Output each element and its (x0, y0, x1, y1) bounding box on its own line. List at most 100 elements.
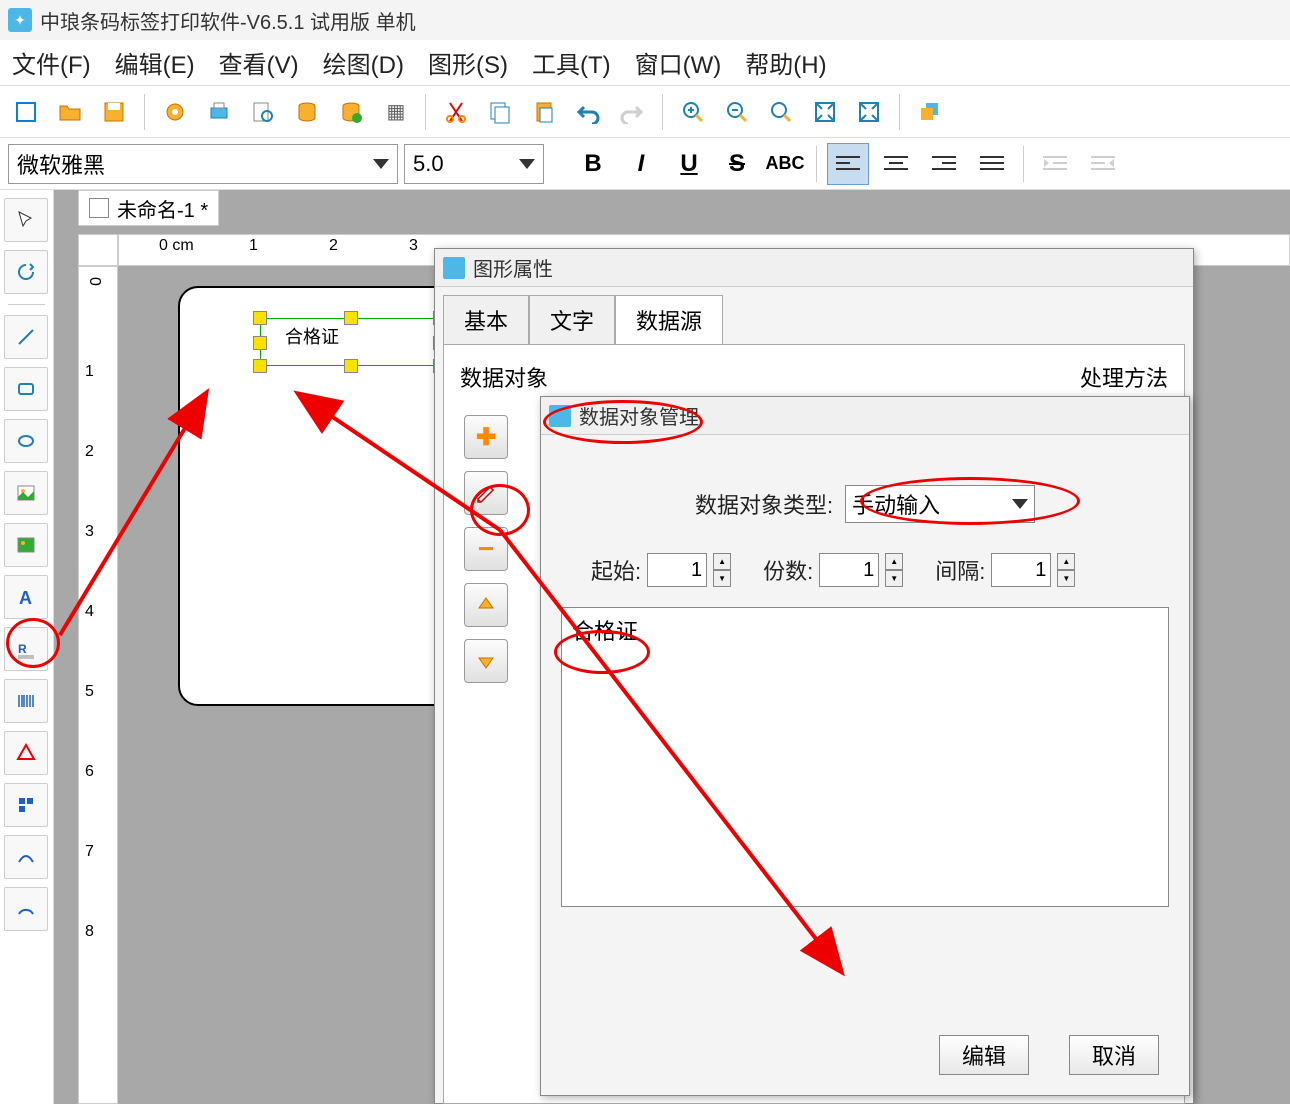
app-title: 中琅条码标签打印软件-V6.5.1 试用版 单机 (40, 6, 416, 35)
image-tool[interactable] (4, 471, 48, 515)
menu-tool[interactable]: 工具(T) (532, 45, 611, 80)
ruler-corner (78, 234, 118, 266)
resize-handle[interactable] (344, 359, 358, 373)
align-right-button[interactable] (923, 143, 965, 185)
content-textarea[interactable]: 合格证 (561, 607, 1169, 907)
qr-tool[interactable] (4, 783, 48, 827)
spin-down[interactable]: ▼ (885, 570, 903, 587)
resize-handle[interactable] (253, 336, 267, 350)
remove-object-button[interactable]: − (464, 527, 508, 571)
tab-basic[interactable]: 基本 (443, 295, 529, 345)
move-up-button[interactable] (464, 583, 508, 627)
menu-file[interactable]: 文件(F) (12, 45, 91, 80)
align-center-button[interactable] (875, 143, 917, 185)
spin-down[interactable]: ▼ (1057, 570, 1075, 587)
strike-button[interactable]: S (716, 143, 758, 185)
menu-shape[interactable]: 图形(S) (428, 45, 508, 80)
text-tool[interactable]: A (4, 575, 48, 619)
layers-button[interactable] (912, 94, 948, 130)
menu-edit[interactable]: 编辑(E) (115, 45, 195, 80)
cancel-button[interactable]: 取消 (1069, 1035, 1159, 1075)
database-button[interactable] (289, 94, 325, 130)
resize-handle[interactable] (253, 311, 267, 325)
zoom-actual-button[interactable] (807, 94, 843, 130)
tab-text[interactable]: 文字 (529, 295, 615, 345)
pointer-tool[interactable] (4, 198, 48, 242)
line-tool[interactable] (4, 315, 48, 359)
underline-button[interactable]: U (668, 143, 710, 185)
move-down-button[interactable] (464, 639, 508, 683)
settings-button[interactable] (157, 94, 193, 130)
save-button[interactable] (96, 94, 132, 130)
picture-tool[interactable] (4, 523, 48, 567)
spin-up[interactable]: ▲ (885, 553, 903, 570)
rotate-tool[interactable] (4, 250, 48, 294)
menu-view[interactable]: 查看(V) (219, 45, 299, 80)
new-button[interactable] (8, 94, 44, 130)
zoom-fit-button[interactable] (763, 94, 799, 130)
dialog-titlebar[interactable]: 图形属性 (435, 249, 1193, 287)
text-object-content: 合格证 (285, 323, 339, 349)
curve-tool[interactable] (4, 835, 48, 879)
print-button[interactable] (201, 94, 237, 130)
menu-help[interactable]: 帮助(H) (745, 45, 826, 80)
text-effect-button[interactable]: ABC (764, 143, 806, 185)
document-tab[interactable]: 未命名-1 * (78, 190, 219, 226)
database-refresh-button[interactable] (333, 94, 369, 130)
zoom-in-button[interactable] (675, 94, 711, 130)
font-select[interactable]: 微软雅黑 (8, 144, 398, 184)
undo-button[interactable] (570, 94, 606, 130)
indent-right-button[interactable] (1082, 143, 1124, 185)
redo-button[interactable] (614, 94, 650, 130)
align-justify-button[interactable] (971, 143, 1013, 185)
bold-button[interactable]: B (572, 143, 614, 185)
data-object-buttons: ✚ − (464, 415, 508, 683)
italic-button[interactable]: I (620, 143, 662, 185)
label-canvas[interactable]: 合格证 (178, 286, 478, 706)
indent-left-button[interactable] (1034, 143, 1076, 185)
barcode-tool[interactable] (4, 679, 48, 723)
edit-button[interactable]: 编辑 (939, 1035, 1029, 1075)
zoom-page-button[interactable] (851, 94, 887, 130)
tab-datasource[interactable]: 数据源 (615, 295, 723, 345)
spin-up[interactable]: ▲ (713, 553, 731, 570)
edit-object-button[interactable] (464, 471, 508, 515)
align-left-button[interactable] (827, 143, 869, 185)
add-object-button[interactable]: ✚ (464, 415, 508, 459)
rect-tool[interactable] (4, 367, 48, 411)
paste-button[interactable] (526, 94, 562, 130)
preview-button[interactable] (245, 94, 281, 130)
dialog-titlebar[interactable]: 数据对象管理 (541, 397, 1189, 435)
richtext-tool[interactable]: R (4, 627, 48, 671)
spin-down[interactable]: ▼ (713, 570, 731, 587)
dropdown-arrow-icon (373, 159, 389, 169)
dialog-title: 图形属性 (473, 253, 553, 282)
main-toolbar: ▦ (0, 86, 1290, 138)
app-icon: ✦ (8, 8, 32, 32)
grid-button[interactable]: ▦ (377, 94, 413, 130)
dialog-icon (549, 405, 571, 427)
dialog-title: 数据对象管理 (579, 401, 699, 430)
copy-button[interactable] (482, 94, 518, 130)
cut-button[interactable] (438, 94, 474, 130)
resize-handle[interactable] (344, 311, 358, 325)
ellipse-tool[interactable] (4, 419, 48, 463)
spin-up[interactable]: ▲ (1057, 553, 1075, 570)
menu-window[interactable]: 窗口(W) (635, 45, 722, 80)
start-input[interactable] (647, 553, 707, 587)
selected-text-object[interactable]: 合格证 (260, 318, 440, 366)
resize-handle[interactable] (253, 359, 267, 373)
dropdown-arrow-icon (519, 159, 535, 169)
zoom-out-button[interactable] (719, 94, 755, 130)
gap-label: 间隔: (935, 554, 985, 586)
count-input[interactable] (819, 553, 879, 587)
gap-input[interactable] (991, 553, 1051, 587)
type-combo[interactable]: 手动输入 (845, 485, 1035, 523)
data-object-label: 数据对象 (460, 361, 1168, 393)
arc-tool[interactable] (4, 887, 48, 931)
font-size-select[interactable]: 5.0 (404, 144, 544, 184)
open-button[interactable] (52, 94, 88, 130)
menu-draw[interactable]: 绘图(D) (323, 45, 404, 80)
font-name: 微软雅黑 (17, 148, 105, 180)
shape-tool[interactable] (4, 731, 48, 775)
